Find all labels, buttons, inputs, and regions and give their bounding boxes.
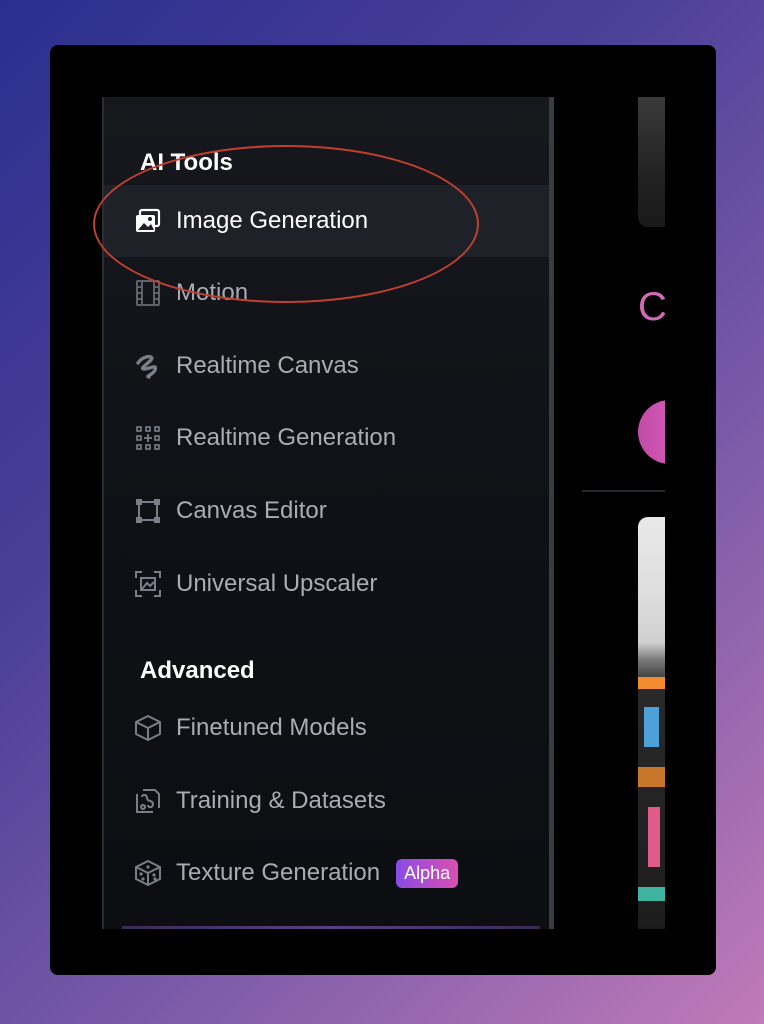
sidebar-item-label: Realtime Generation — [176, 424, 397, 451]
film-icon — [132, 277, 164, 309]
frame-icon — [132, 495, 164, 527]
sidebar-item-label: Realtime Canvas — [176, 352, 359, 379]
sidebar-item-universal-upscaler[interactable]: Universal Upscaler — [104, 548, 549, 620]
app-screen: AI Tools Image Generation Motion Realtim… — [102, 97, 665, 929]
section-title-ai-tools: AI Tools — [140, 149, 233, 176]
sidebar-item-label: Motion — [176, 279, 249, 306]
scribble-icon — [132, 350, 164, 382]
content-divider — [582, 490, 665, 492]
sidebar-item-label: Canvas Editor — [176, 497, 327, 524]
sidebar-item-label: Texture Generation — [176, 859, 381, 886]
sidebar-item-image-generation[interactable]: Image Generation — [104, 185, 549, 257]
device-frame: AI Tools Image Generation Motion Realtim… — [50, 45, 716, 975]
image-thumbnail[interactable] — [638, 517, 665, 929]
partial-heading: C — [638, 285, 665, 329]
sidebar: AI Tools Image Generation Motion Realtim… — [102, 97, 554, 929]
sidebar-item-motion[interactable]: Motion — [104, 257, 549, 329]
sidebar-item-label: Universal Upscaler — [176, 570, 378, 597]
sidebar-bottom-divider — [122, 926, 540, 929]
sidebar-item-label: Finetuned Models — [176, 714, 367, 741]
alpha-badge: Alpha — [396, 858, 459, 888]
sidebar-item-canvas-editor[interactable]: Canvas Editor — [104, 475, 549, 547]
generate-button[interactable] — [638, 400, 665, 464]
sidebar-item-label: Image Generation — [176, 207, 369, 234]
sidebar-item-training-datasets[interactable]: Training & Datasets — [104, 765, 549, 837]
sidebar-item-realtime-generation[interactable]: Realtime Generation — [104, 402, 549, 474]
section-title-advanced: Advanced — [140, 657, 255, 684]
images-icon — [132, 205, 164, 237]
sidebar-item-realtime-canvas[interactable]: Realtime Canvas — [104, 330, 549, 402]
upscale-icon — [132, 568, 164, 600]
image-thumbnail[interactable] — [638, 97, 665, 227]
main-content-peek: C — [554, 97, 665, 929]
sidebar-item-texture-generation[interactable]: Texture Generation Alpha — [104, 837, 549, 909]
sidebar-item-finetuned-models[interactable]: Finetuned Models — [104, 692, 549, 764]
dot-grid-icon — [132, 422, 164, 454]
cube-icon — [132, 712, 164, 744]
training-icon — [132, 785, 164, 817]
dice-icon — [132, 857, 164, 889]
sidebar-item-label: Training & Datasets — [176, 787, 386, 814]
